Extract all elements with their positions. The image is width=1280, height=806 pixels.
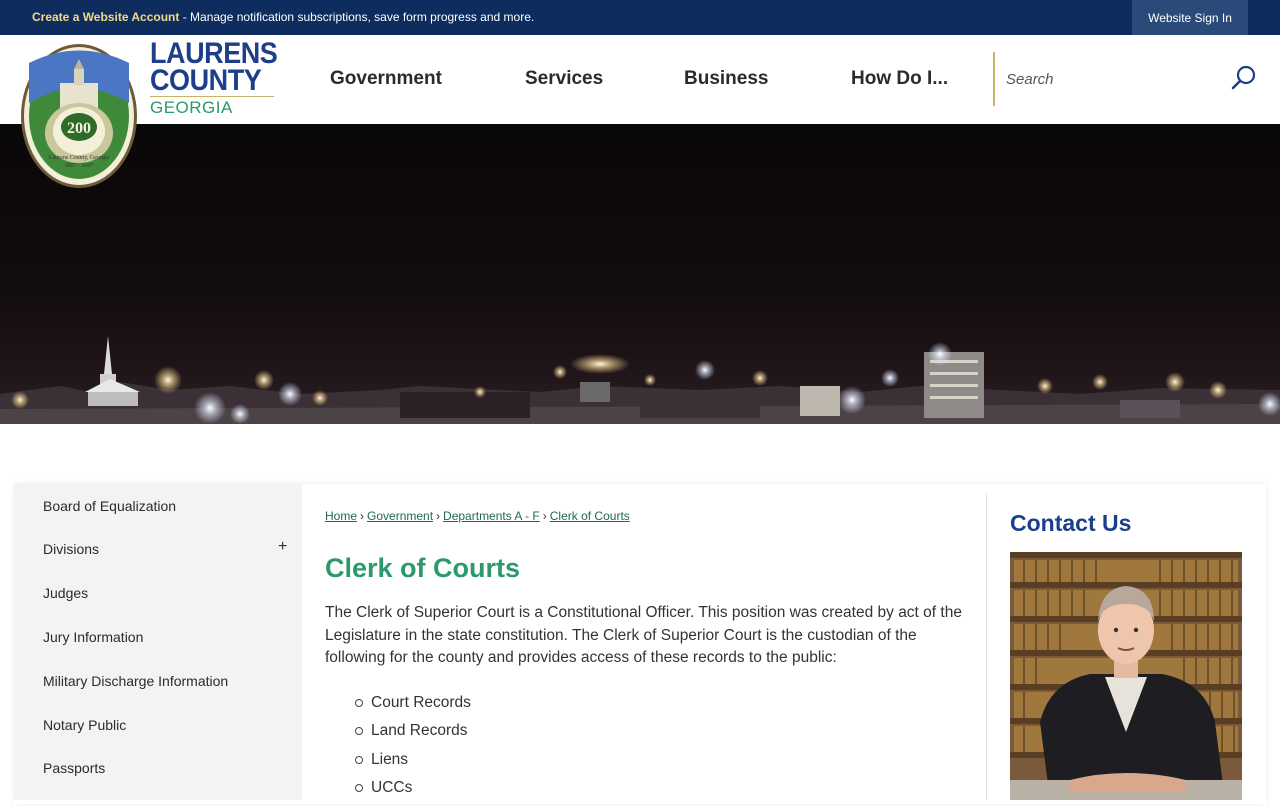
create-account-link[interactable]: Create a Website Account: [32, 10, 179, 24]
page-title: Clerk of Courts: [325, 553, 521, 583]
account-message-text: - Manage notification subscriptions, sav…: [179, 10, 535, 24]
county-seal-logo[interactable]: 200 Laurens County, Georgia 1807 · 2007: [20, 43, 138, 189]
night-skyline-image: [0, 336, 1280, 424]
breadcrumb: Home › Government › Departments A - F › Clerk …: [325, 509, 630, 523]
column-divider: [986, 494, 987, 800]
account-message: Create a Website Account - Manage notifi…: [32, 10, 534, 24]
sidebar-item-passports[interactable]: Passports: [43, 760, 105, 776]
search-divider: [993, 52, 995, 106]
brand-line-2: COUNTY: [150, 64, 262, 97]
website-sign-in-button[interactable]: Website Sign In: [1132, 0, 1248, 35]
sidebar-item-board-of-equalization[interactable]: Board of Equalization: [43, 498, 176, 514]
list-item: UCCs: [355, 778, 471, 806]
svg-text:1807 · 2007: 1807 · 2007: [65, 163, 94, 169]
svg-text:Laurens County, Georgia: Laurens County, Georgia: [49, 155, 110, 161]
intro-paragraph: The Clerk of Superior Court is a Constit…: [325, 604, 962, 666]
sidebar-nav: Board of Equalization Divisions + Judges…: [14, 484, 302, 800]
breadcrumb-government[interactable]: Government: [367, 509, 433, 523]
search-icon[interactable]: [1230, 64, 1258, 92]
breadcrumb-departments[interactable]: Departments A - F: [443, 509, 540, 523]
brand-line-1: LAURENS: [150, 37, 278, 70]
sidebar-item-divisions[interactable]: Divisions: [43, 541, 99, 557]
sidebar-item-judges[interactable]: Judges: [43, 585, 88, 601]
list-item: Liens: [355, 750, 471, 778]
records-list: Court Records Land Records Liens UCCs: [355, 693, 471, 806]
list-item: Land Records: [355, 721, 471, 749]
contact-us-heading: Contact Us: [1010, 510, 1132, 536]
svg-text:200: 200: [67, 120, 91, 137]
breadcrumb-clerk-of-courts[interactable]: Clerk of Courts: [550, 509, 630, 523]
breadcrumb-separator: ›: [360, 509, 365, 523]
nav-how-do-i[interactable]: How Do I...: [851, 68, 948, 90]
sidebar-item-military-discharge[interactable]: Military Discharge Information: [43, 673, 228, 689]
breadcrumb-separator: ›: [436, 509, 441, 523]
site-brand[interactable]: LAURENS COUNTY GEORGIA: [150, 37, 292, 118]
nav-government[interactable]: Government: [330, 68, 442, 90]
clerk-photo: [1010, 552, 1242, 800]
expand-divisions-button[interactable]: +: [278, 538, 287, 556]
utility-bar: Create a Website Account - Manage notifi…: [0, 0, 1280, 35]
hero-banner: [0, 124, 1280, 424]
nav-services[interactable]: Services: [525, 68, 603, 90]
nav-business[interactable]: Business: [684, 68, 768, 90]
list-item: Court Records: [355, 693, 471, 721]
breadcrumb-home[interactable]: Home: [325, 509, 357, 523]
breadcrumb-separator: ›: [542, 509, 547, 523]
brand-line-3: GEORGIA: [150, 98, 233, 117]
sidebar-item-jury-information[interactable]: Jury Information: [43, 629, 143, 645]
search-input[interactable]: [1006, 66, 1216, 92]
sidebar-item-notary-public[interactable]: Notary Public: [43, 717, 126, 733]
